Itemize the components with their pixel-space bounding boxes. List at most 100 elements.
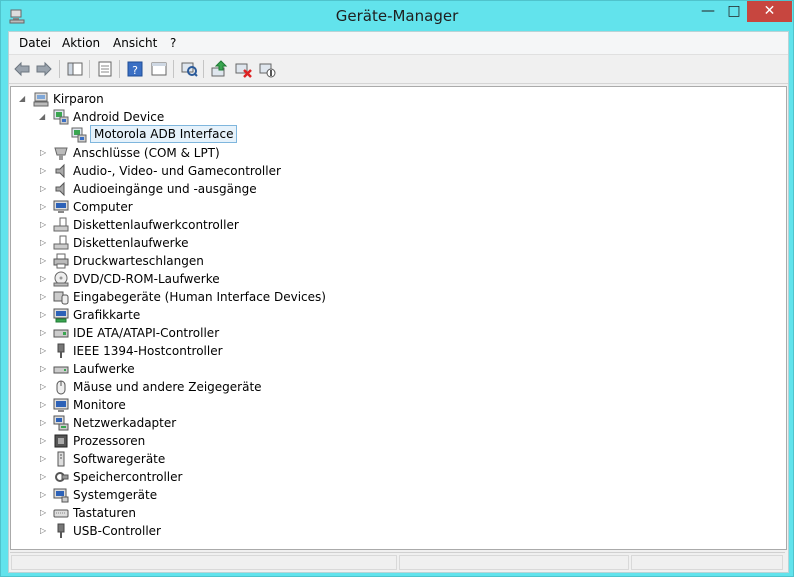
show-hide-console-tree-icon[interactable] [65,59,85,79]
tree-item-audioeingaenge[interactable]: ▷ Audioeingänge und -ausgänge [11,180,781,198]
toolbar-separator [89,60,90,78]
tree-item-ide-ata-atapi[interactable]: ▷ IDE ATA/ATAPI-Controller [11,324,781,342]
expand-icon[interactable]: ▷ [40,198,50,216]
expand-icon[interactable]: ▷ [40,522,50,540]
expand-icon[interactable]: ▷ [40,486,50,504]
tree-item-ieee-1394[interactable]: ▷ IEEE 1394-Hostcontroller [11,342,781,360]
forward-icon[interactable] [34,59,54,79]
tree-item-laufwerke[interactable]: ▷ Laufwerke [11,360,781,378]
hid-icon [53,291,69,305]
tree-label: IDE ATA/ATAPI-Controller [73,326,220,340]
expand-icon[interactable]: ▷ [40,216,50,234]
maximize-button[interactable]: □ [721,1,747,22]
tree-label: Softwaregeräte [73,452,166,466]
android-device-icon [53,109,69,125]
expand-icon[interactable]: ▷ [40,468,50,486]
tree-item-maeuse[interactable]: ▷ Mäuse und andere Zeigegeräte [11,378,781,396]
expand-icon[interactable]: ▷ [40,234,50,252]
menu-datei[interactable]: Datei [19,36,51,50]
tree-item-diskettenlaufwerkcontroller[interactable]: ▷ Diskettenlaufwerkcontroller [11,216,781,234]
tree-item-dvd-cd-rom[interactable]: ▷ DVD/CD-ROM-Laufwerke [11,270,781,288]
expand-icon[interactable]: ▷ [40,396,50,414]
expand-icon[interactable]: ▷ [40,324,50,342]
status-bar [10,552,785,572]
expand-icon[interactable]: ▷ [40,306,50,324]
tree-item-netzwerkadapter[interactable]: ▷ Netzwerkadapter [11,414,781,432]
software-device-icon [57,451,65,467]
monitor-icon [53,398,69,412]
tree-item-usb-controller[interactable]: ▷ USB-Controller [11,522,781,540]
disable-icon[interactable] [257,59,277,79]
tree-label: Prozessoren [73,434,146,448]
network-adapter-icon [53,415,69,431]
tree-label: Anschlüsse (COM & LPT) [73,146,220,160]
tree-item-systemgeraete[interactable]: ▷ Systemgeräte [11,486,781,504]
speaker-icon [55,163,65,179]
expand-icon[interactable]: ▷ [40,432,50,450]
tree-item-android-device[interactable]: ◢ Android Device [11,108,781,126]
tree-label: Grafikkarte [73,308,141,322]
tree-item-tastaturen[interactable]: ▷ Tastaturen [11,504,781,522]
close-button[interactable]: ✕ [747,1,792,22]
menu-help[interactable]: ? [170,36,176,50]
tree-root[interactable]: ◢ Kirparon [11,90,781,108]
expand-icon[interactable]: ▷ [40,288,50,306]
toolbar-separator [119,60,120,78]
status-pane [399,555,629,570]
tree-item-grafikkarte[interactable]: ▷ Grafikkarte [11,306,781,324]
tree-item-softwaregeraete[interactable]: ▷ Softwaregeräte [11,450,781,468]
expand-icon[interactable]: ▷ [40,270,50,288]
expand-icon[interactable]: ▷ [40,504,50,522]
tree-item-computer[interactable]: ▷ Computer [11,198,781,216]
back-icon[interactable] [12,59,32,79]
disc-drive-icon [53,271,69,287]
tree-label: Android Device [73,110,165,124]
svg-text:?: ? [132,64,138,77]
tree-label: Tastaturen [73,506,136,520]
menu-ansicht[interactable]: Ansicht [113,36,157,50]
tree-item-motorola-adb-interface[interactable]: Motorola ADB Interface [11,125,781,144]
expand-icon[interactable]: ▷ [40,378,50,396]
tree-label: Netzwerkadapter [73,416,177,430]
title-bar[interactable]: Geräte-Manager — □ ✕ [1,1,793,31]
properties-icon[interactable] [95,59,115,79]
uninstall-icon[interactable] [233,59,253,79]
tree-item-diskettenlaufwerke[interactable]: ▷ Diskettenlaufwerke [11,234,781,252]
expand-icon[interactable]: ▷ [40,360,50,378]
tree-label: Laufwerke [73,362,135,376]
disk-drive-icon [53,366,69,374]
tree-item-eingabegeraete[interactable]: ▷ Eingabegeräte (Human Interface Devices… [11,288,781,306]
device-tree[interactable]: ◢ Kirparon ◢ Android Device Motorola ADB… [10,86,787,550]
expand-icon[interactable]: ▷ [40,252,50,270]
collapse-icon[interactable]: ◢ [39,108,49,126]
help-icon[interactable]: ? [125,59,145,79]
tree-label: Audio-, Video- und Gamecontroller [73,164,281,178]
expand-icon[interactable]: ▷ [40,162,50,180]
tree-item-prozessoren[interactable]: ▷ Prozessoren [11,432,781,450]
tree-label: USB-Controller [73,524,161,538]
expand-icon[interactable]: ▷ [40,414,50,432]
tree-item-anschluesse[interactable]: ▷ Anschlüsse (COM & LPT) [11,144,781,162]
scan-hardware-icon[interactable] [179,59,199,79]
mouse-icon [56,380,66,395]
tree-label: Motorola ADB Interface [90,125,238,143]
status-pane [631,555,783,570]
toolbar-separator [59,60,60,78]
tree-item-monitore[interactable]: ▷ Monitore [11,396,781,414]
expand-icon[interactable]: ▷ [40,180,50,198]
tree-item-druckwarteschlangen[interactable]: ▷ Druckwarteschlangen [11,252,781,270]
update-driver-icon[interactable] [209,59,229,79]
action-pane-icon[interactable] [149,59,169,79]
tree-label: Diskettenlaufwerke [73,236,189,250]
tree-item-speichercontroller[interactable]: ▷ Speichercontroller [11,468,781,486]
port-icon [54,147,68,160]
tree-label: Kirparon [53,92,104,106]
minimize-button[interactable]: — [695,1,721,22]
menu-aktion[interactable]: Aktion [62,36,100,50]
expand-icon[interactable]: ▷ [40,342,50,360]
tree-item-audio-video-gamecontroller[interactable]: ▷ Audio-, Video- und Gamecontroller [11,162,781,180]
expand-icon[interactable]: ▷ [40,450,50,468]
storage-controller-icon [55,472,69,482]
expand-icon[interactable]: ▷ [40,144,50,162]
collapse-icon[interactable]: ◢ [19,90,29,108]
